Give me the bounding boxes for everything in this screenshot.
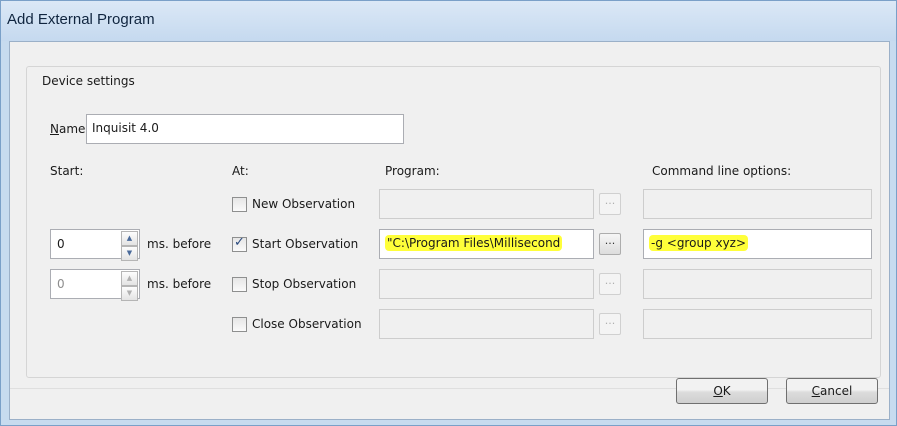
program-header: Program:	[385, 164, 440, 178]
close-observation-options-input[interactable]	[643, 309, 872, 339]
dialog-window: Add External Program Device settings Nam…	[0, 0, 897, 426]
stop-ms-value: 0	[57, 277, 65, 291]
window-title: Add External Program	[7, 11, 155, 28]
new-observation-checkbox[interactable]	[232, 197, 247, 212]
start-observation-options-input[interactable]: -g <group xyz>	[643, 229, 872, 259]
close-observation-checkbox[interactable]	[232, 317, 247, 332]
spin-up-icon[interactable]: ▲	[121, 231, 138, 246]
checkmark-icon: ✓	[234, 235, 245, 250]
new-observation-options-input[interactable]	[643, 189, 872, 219]
options-header: Command line options:	[652, 164, 792, 178]
stop-observation-label: Stop Observation	[252, 277, 357, 291]
at-header: At:	[232, 164, 249, 178]
start-observation-checkbox[interactable]: ✓	[232, 235, 247, 252]
start-ms-value: 0	[57, 237, 65, 251]
stop-observation-program-input[interactable]	[379, 269, 594, 299]
start-observation-label: Start Observation	[252, 237, 359, 251]
start-observation-program-input[interactable]: "C:\Program Files\Millisecond	[379, 229, 594, 259]
spin-up-icon[interactable]: ▲	[121, 271, 138, 286]
group-label: Device settings	[40, 74, 137, 88]
stop-observation-checkbox[interactable]	[232, 277, 247, 292]
stop-ms-spinner[interactable]: 0 ▲ ▼	[50, 269, 140, 301]
new-observation-browse-button[interactable]: ...	[599, 193, 621, 215]
options-text: -g <group xyz>	[649, 235, 749, 251]
name-label: Name:	[50, 122, 90, 136]
close-observation-browse-button[interactable]: ...	[599, 313, 621, 335]
dialog-client-area: Device settings Name: Inquisit 4.0 Start…	[9, 41, 890, 420]
spin-down-icon[interactable]: ▼	[121, 246, 138, 261]
start-observation-browse-button[interactable]: ...	[599, 233, 621, 255]
start-header: Start:	[50, 164, 84, 178]
start-ms-label: ms. before	[147, 237, 212, 251]
stop-observation-options-input[interactable]	[643, 269, 872, 299]
close-observation-label: Close Observation	[252, 317, 362, 331]
program-path-text: "C:\Program Files\Millisecond	[385, 235, 563, 251]
stop-ms-label: ms. before	[147, 277, 212, 291]
ok-button[interactable]: OK	[676, 378, 768, 404]
spin-down-icon[interactable]: ▼	[121, 286, 138, 301]
stop-observation-browse-button[interactable]: ...	[599, 273, 621, 295]
start-ms-spinner[interactable]: 0 ▲ ▼	[50, 229, 140, 261]
new-observation-label: New Observation	[252, 197, 356, 211]
cancel-button[interactable]: Cancel	[786, 378, 878, 404]
close-observation-program-input[interactable]	[379, 309, 594, 339]
name-input[interactable]: Inquisit 4.0	[86, 114, 404, 144]
new-observation-program-input[interactable]	[379, 189, 594, 219]
title-bar[interactable]: Add External Program	[1, 1, 896, 41]
